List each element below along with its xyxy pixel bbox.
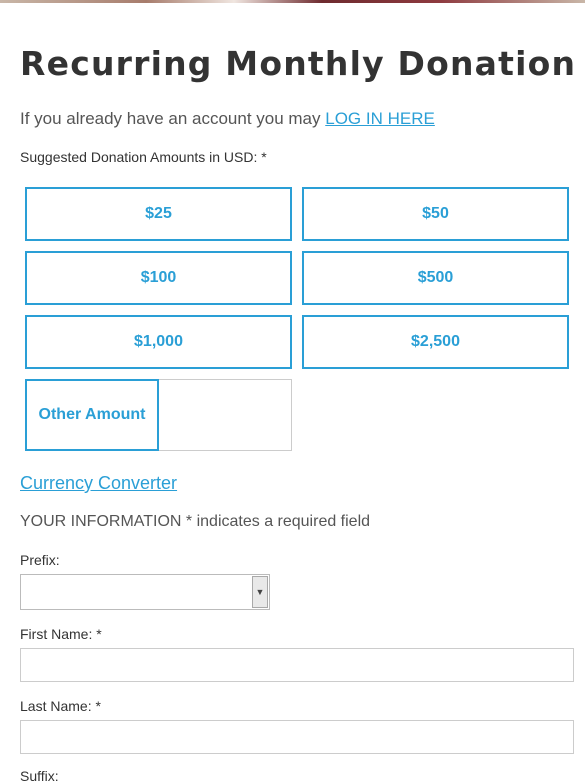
chevron-down-icon[interactable]: ▼ xyxy=(252,576,268,608)
prefix-select[interactable]: ▼ xyxy=(20,574,270,610)
first-name-field[interactable] xyxy=(20,648,574,682)
currency-converter-link[interactable]: Currency Converter xyxy=(20,473,177,494)
amount-button-25[interactable]: $25 xyxy=(25,187,292,241)
amount-button-500[interactable]: $500 xyxy=(302,251,569,305)
suffix-label: Suffix: xyxy=(20,768,59,784)
other-amount-input[interactable] xyxy=(159,379,292,451)
login-link[interactable]: LOG IN HERE xyxy=(325,109,435,128)
last-name-field[interactable] xyxy=(20,720,574,754)
login-prompt: If you already have an account you may L… xyxy=(20,109,435,129)
page-title: Recurring Monthly Donation xyxy=(20,44,577,83)
suggested-amounts-label: Suggested Donation Amounts in USD: * xyxy=(20,149,267,165)
amount-button-2500[interactable]: $2,500 xyxy=(302,315,569,369)
amount-button-100[interactable]: $100 xyxy=(25,251,292,305)
amount-button-50[interactable]: $50 xyxy=(302,187,569,241)
login-prompt-text: If you already have an account you may xyxy=(20,109,321,128)
first-name-label: First Name: * xyxy=(20,626,102,642)
amount-button-1000[interactable]: $1,000 xyxy=(25,315,292,369)
last-name-label: Last Name: * xyxy=(20,698,101,714)
your-information-heading: YOUR INFORMATION * indicates a required … xyxy=(20,513,371,530)
other-amount-button[interactable]: Other Amount xyxy=(25,379,159,451)
prefix-label: Prefix: xyxy=(20,552,60,568)
header-image-strip xyxy=(0,0,585,3)
